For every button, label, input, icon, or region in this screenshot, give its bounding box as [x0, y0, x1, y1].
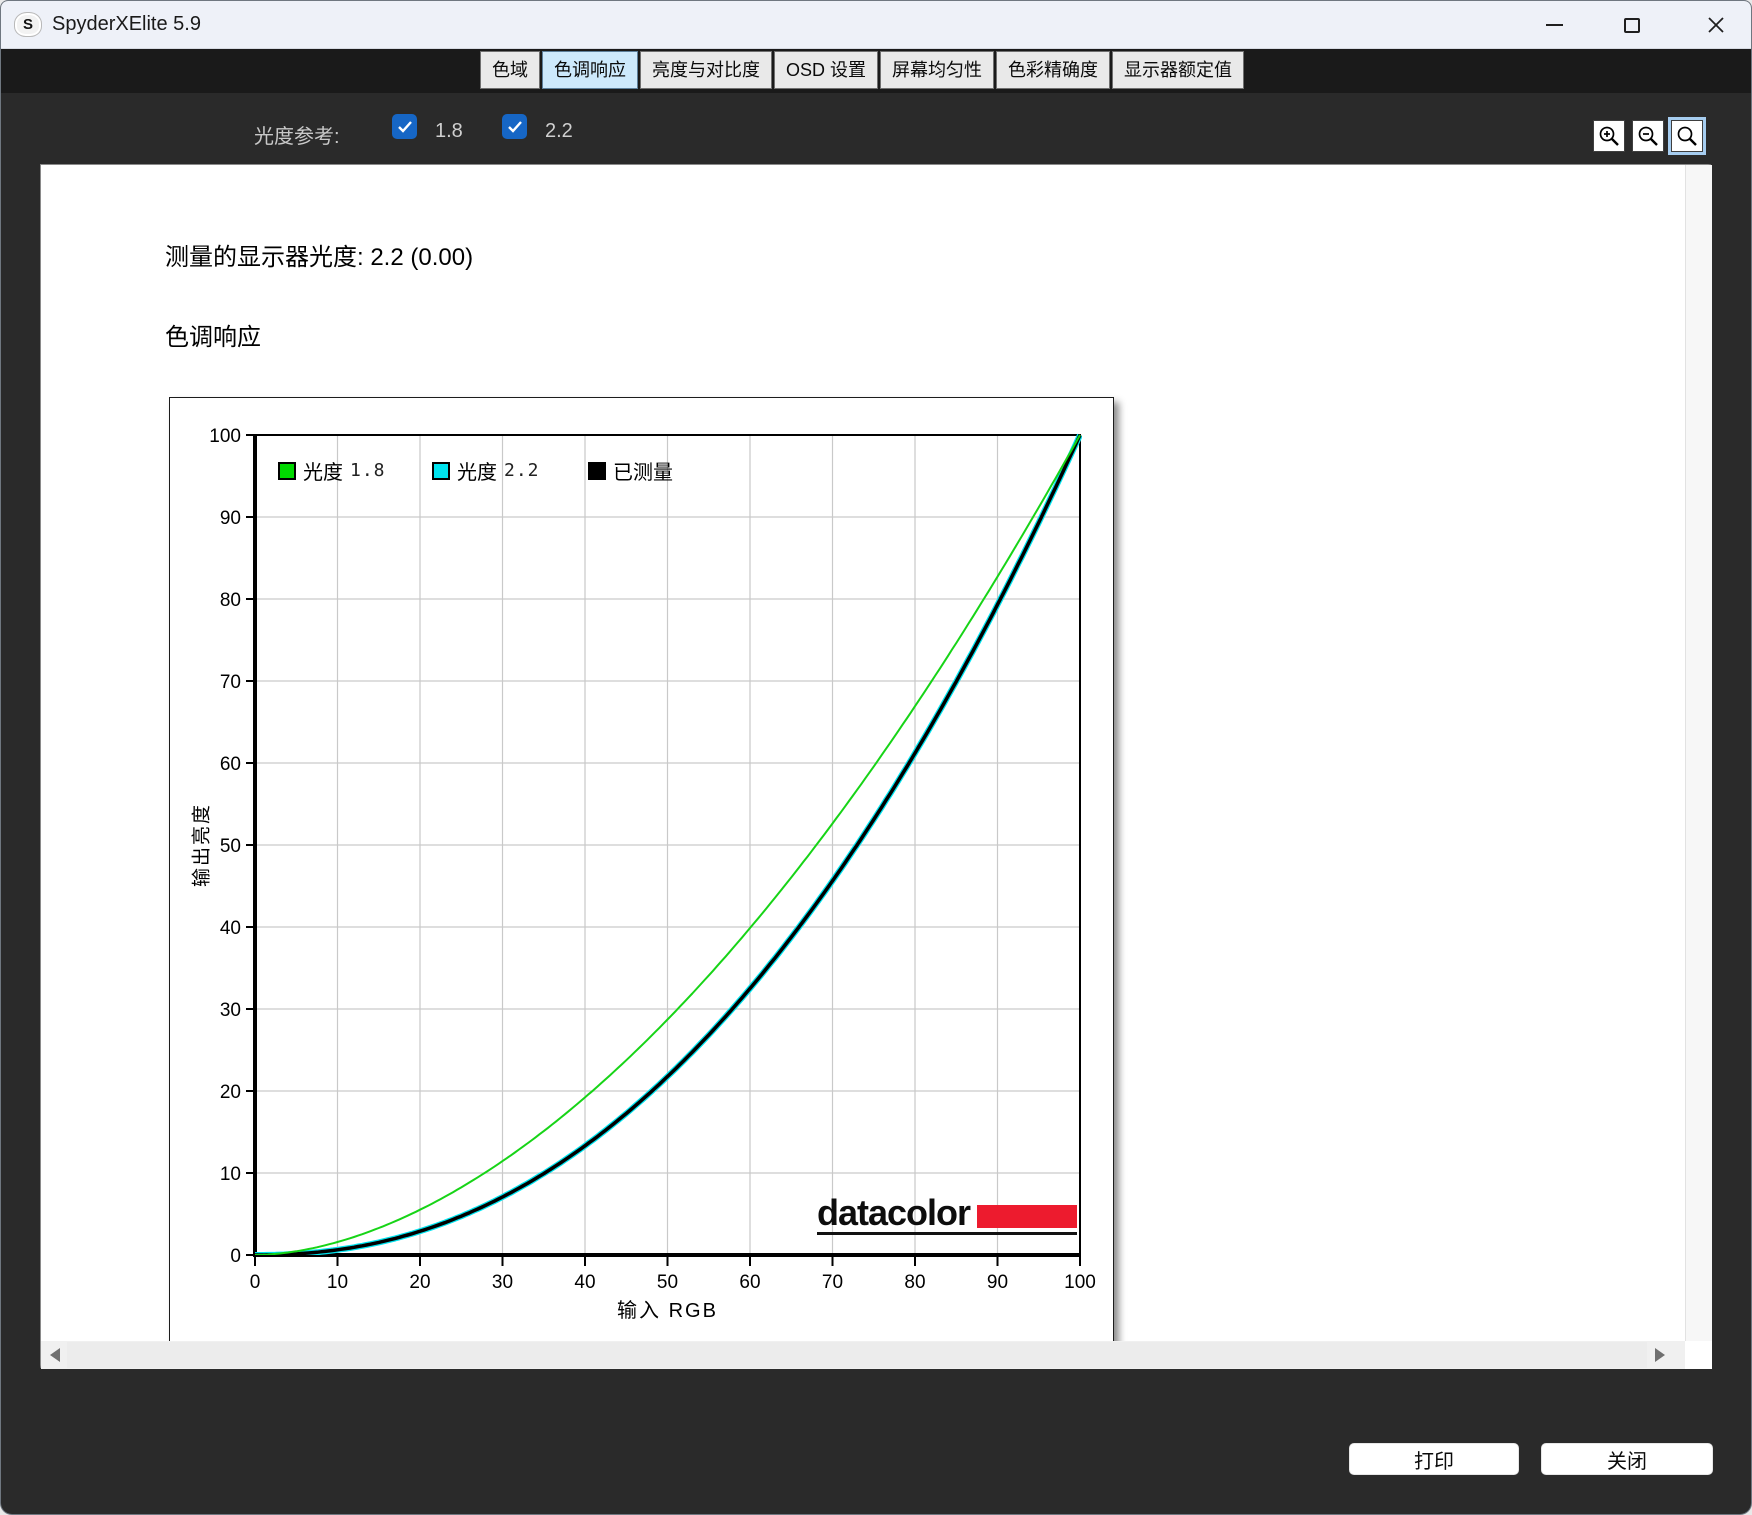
legend-swatch-cyan: [432, 461, 450, 480]
datacolor-red-bar: [977, 1204, 1078, 1228]
legend-swatch-black: [588, 461, 606, 480]
gamma-1.8-checkbox[interactable]: [392, 114, 417, 139]
print-button[interactable]: 打印: [1349, 1443, 1519, 1475]
legend-label: 光度: [303, 462, 343, 484]
report-viewport: 测量的显示器光度: 2.2 (0.00) 色调响应 0 10 20 30 40 50 60 7…: [40, 164, 1712, 1369]
svg-text:70: 70: [822, 1272, 843, 1293]
measured-gamma-text: 测量的显示器光度: 2.2 (0.00): [165, 244, 474, 271]
tab-gamut[interactable]: 色域: [480, 51, 540, 89]
svg-text:90: 90: [220, 508, 241, 529]
svg-text:30: 30: [492, 1272, 513, 1293]
tab-color-accuracy[interactable]: 色彩精确度: [996, 51, 1111, 89]
legend-value: 1.8: [350, 460, 386, 481]
y-axis-label: 输出亮度: [191, 802, 213, 888]
tab-screen-uniformity[interactable]: 屏幕均匀性: [880, 51, 995, 89]
svg-text:30: 30: [220, 1000, 241, 1021]
window-title: SpyderXElite 5.9: [52, 13, 201, 35]
close-dialog-button[interactable]: 关闭: [1541, 1443, 1713, 1475]
title-bar: S SpyderXElite 5.9: [1, 1, 1751, 49]
legend-label: 已测量: [613, 462, 673, 484]
checkmark-icon: [397, 120, 412, 133]
maximize-button[interactable]: [1609, 1, 1655, 49]
datacolor-logo: datacolor: [817, 1192, 1078, 1235]
gamma-1.8-label: 1.8: [435, 120, 463, 142]
tab-strip: 色域 色调响应 亮度与对比度 OSD 设置 屏幕均匀性 色彩精确度 显示器额定值: [1, 49, 1751, 93]
x-axis-label: 输入 RGB: [617, 1300, 718, 1322]
zoom-out-button[interactable]: [1632, 120, 1664, 152]
app-logo-letter: S: [22, 16, 33, 33]
zoom-select-icon: [1677, 126, 1697, 146]
horizontal-scrollbar[interactable]: [41, 1341, 1685, 1369]
app-window: S SpyderXElite 5.9 色域 色调响应 亮度与对比度 OSD 设置…: [0, 0, 1752, 1515]
svg-text:60: 60: [220, 754, 241, 775]
tab-list: 色域 色调响应 亮度与对比度 OSD 设置 屏幕均匀性 色彩精确度 显示器额定值: [480, 51, 1245, 89]
tab-osd-settings[interactable]: OSD 设置: [774, 51, 879, 89]
scrollbar-corner: [1685, 1341, 1712, 1369]
checkmark-icon: [507, 120, 522, 133]
legend-swatch-green: [278, 461, 296, 480]
svg-text:10: 10: [220, 1164, 241, 1185]
maximize-icon: [1624, 17, 1640, 33]
svg-text:40: 40: [574, 1272, 595, 1293]
svg-text:90: 90: [987, 1272, 1008, 1293]
svg-text:80: 80: [904, 1272, 925, 1293]
svg-text:20: 20: [409, 1272, 430, 1293]
gamma-reference-label: 光度参考:: [254, 126, 340, 148]
svg-text:100: 100: [1064, 1272, 1096, 1293]
zoom-out-icon: [1638, 126, 1658, 146]
scroll-left-icon[interactable]: [50, 1348, 60, 1362]
close-icon: [1708, 17, 1724, 33]
vertical-scrollbar[interactable]: [1685, 165, 1712, 1341]
legend-item-gamma-1.8: 光度 1.8: [278, 456, 386, 485]
svg-text:20: 20: [220, 1082, 241, 1103]
svg-text:40: 40: [220, 918, 241, 939]
zoom-in-icon: [1599, 126, 1619, 146]
svg-text:10: 10: [327, 1272, 348, 1293]
tab-monitor-rating[interactable]: 显示器额定值: [1112, 51, 1245, 89]
zoom-in-button[interactable]: [1593, 120, 1625, 152]
minimize-icon: [1545, 24, 1563, 26]
close-button[interactable]: [1693, 1, 1739, 49]
tab-tone-response[interactable]: 色调响应: [542, 51, 638, 89]
h-scrollbar-thumb[interactable]: [67, 1342, 1647, 1368]
svg-text:50: 50: [220, 836, 241, 857]
svg-text:50: 50: [657, 1272, 678, 1293]
legend-value: 2.2: [504, 460, 540, 481]
tab-brightness-contrast[interactable]: 亮度与对比度: [640, 51, 772, 89]
svg-text:80: 80: [220, 590, 241, 611]
svg-text:100: 100: [209, 426, 241, 447]
section-title: 色调响应: [165, 324, 261, 351]
svg-text:0: 0: [230, 1246, 241, 1267]
tone-response-chart: 0 10 20 30 40 50 60 70 80 90 100 0 10 20 30 40 50 60 70 80 9…: [169, 397, 1114, 1341]
report-content: 测量的显示器光度: 2.2 (0.00) 色调响应 0 10 20 30 40 50 60 7…: [41, 165, 1685, 1341]
svg-text:60: 60: [739, 1272, 760, 1293]
svg-text:0: 0: [250, 1272, 261, 1293]
svg-text:70: 70: [220, 672, 241, 693]
legend-label: 光度: [457, 462, 497, 484]
legend-item-measured: 已测量: [588, 456, 680, 485]
datacolor-wordmark: datacolor: [817, 1192, 971, 1233]
zoom-select-button[interactable]: [1671, 120, 1703, 152]
scroll-right-icon[interactable]: [1655, 1348, 1665, 1362]
app-logo-icon: S: [14, 12, 42, 37]
gamma-2.2-label: 2.2: [545, 120, 573, 142]
gamma-2.2-checkbox[interactable]: [502, 114, 527, 139]
minimize-button[interactable]: [1531, 1, 1577, 49]
legend-item-gamma-2.2: 光度 2.2: [432, 456, 540, 485]
